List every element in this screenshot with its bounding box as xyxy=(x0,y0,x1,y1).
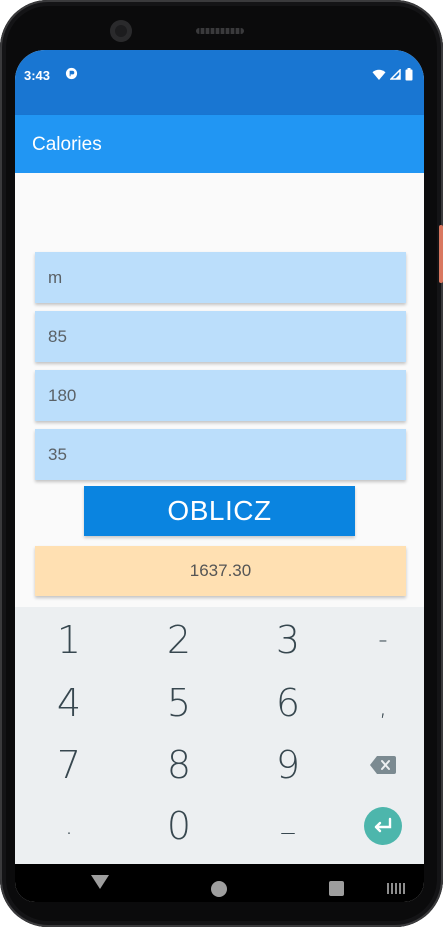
key-comma[interactable]: , xyxy=(343,677,423,737)
app-title: Calories xyxy=(32,134,102,155)
age-value: 35 xyxy=(48,444,67,464)
signal-icon xyxy=(390,69,401,80)
key-1[interactable]: 1 xyxy=(29,610,109,670)
home-icon[interactable] xyxy=(211,881,227,897)
app-notification-icon xyxy=(65,67,78,80)
backspace-icon xyxy=(370,756,396,774)
height-input[interactable]: 180 xyxy=(35,370,406,421)
battery-icon xyxy=(405,68,413,81)
enter-key[interactable] xyxy=(343,796,423,856)
key-8[interactable]: 8 xyxy=(139,735,219,795)
back-icon[interactable] xyxy=(91,875,109,889)
front-camera xyxy=(110,20,132,42)
key-3[interactable]: 3 xyxy=(248,610,328,670)
key-4[interactable]: 4 xyxy=(29,673,109,733)
earpiece-speaker xyxy=(196,28,244,34)
weight-input[interactable]: 85 xyxy=(35,311,406,362)
weight-value: 85 xyxy=(48,326,67,346)
status-time: 3:43 xyxy=(24,68,51,83)
age-input[interactable]: 35 xyxy=(35,429,406,480)
gender-value: m xyxy=(48,267,63,287)
screen: 3:43 Calories m 85 180 35 OBLICZ 1637.30… xyxy=(15,50,424,902)
key-6[interactable]: 6 xyxy=(248,673,328,733)
status-bar: 3:43 xyxy=(15,50,424,115)
recents-icon[interactable] xyxy=(329,881,344,896)
height-value: 180 xyxy=(48,385,77,405)
side-power-button[interactable] xyxy=(439,225,443,283)
app-bar: Calories xyxy=(15,115,424,173)
phone-frame: 3:43 Calories m 85 180 35 OBLICZ 1637.30… xyxy=(0,0,443,927)
key-9[interactable]: 9 xyxy=(248,735,328,795)
key-minus[interactable]: - xyxy=(343,610,423,670)
key-underscore[interactable]: _ xyxy=(248,790,328,850)
key-2[interactable]: 2 xyxy=(139,610,219,670)
key-0[interactable]: 0 xyxy=(139,796,219,856)
key-7[interactable]: 7 xyxy=(29,735,109,795)
result-display: 1637.30 xyxy=(35,546,406,596)
status-icons xyxy=(372,68,413,81)
keyboard-switch-icon[interactable] xyxy=(387,883,405,894)
navigation-bar xyxy=(15,864,424,902)
calculate-button[interactable]: OBLICZ xyxy=(84,486,355,536)
gender-input[interactable]: m xyxy=(35,252,406,303)
key-5[interactable]: 5 xyxy=(139,673,219,733)
wifi-icon xyxy=(372,69,386,80)
numeric-keyboard: 1 2 3 - 4 5 6 , 7 8 9 . 0 _ xyxy=(15,607,424,864)
key-dot[interactable]: . xyxy=(29,796,109,856)
result-value: 1637.30 xyxy=(189,561,252,580)
enter-icon xyxy=(364,807,402,845)
form-area: m 85 180 35 OBLICZ 1637.30 xyxy=(15,173,424,607)
backspace-key[interactable] xyxy=(343,735,423,795)
